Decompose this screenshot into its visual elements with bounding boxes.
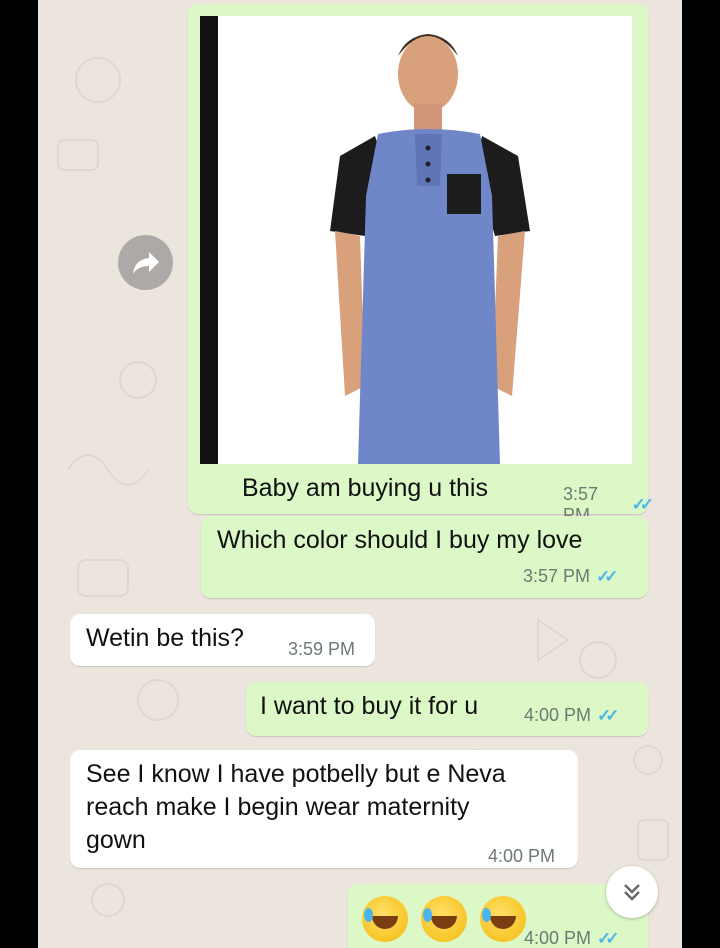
scroll-to-bottom-button[interactable]: [606, 866, 658, 918]
nightshirt-photo[interactable]: [200, 16, 632, 464]
message-text: I want to buy it for u: [260, 692, 479, 720]
man-in-nightshirt-image: [200, 16, 632, 464]
rolling-laughing-emoji-icon: [479, 896, 526, 942]
message-time: 4:00 PM ✓✓: [524, 705, 619, 725]
forward-button[interactable]: [118, 235, 173, 290]
incoming-message[interactable]: Wetin be this? 3:59 PM: [70, 614, 375, 666]
message-time: 3:59 PM: [288, 639, 356, 659]
chat-area: Baby am buying u this 3:57 PM ✓✓ Which c…: [38, 0, 682, 948]
double-chevron-down-icon: [624, 884, 640, 901]
message-text: See I know I have potbelly but e Neva re…: [86, 760, 506, 854]
message-text: Which color should I buy my love: [217, 526, 583, 554]
emoji-message[interactable]: 4:00 PM ✓✓: [348, 884, 648, 948]
message-time: 3:57 PM ✓✓: [523, 566, 618, 586]
rolling-laughing-emoji-icon: [420, 896, 467, 942]
message-time: 4:00 PM: [488, 846, 556, 866]
outgoing-message[interactable]: I want to buy it for u 4:00 PM ✓✓: [246, 682, 648, 736]
message-text: Wetin be this?: [86, 624, 244, 652]
image-caption: Baby am buying u this: [242, 474, 488, 502]
incoming-message[interactable]: See I know I have potbelly but e Neva re…: [70, 750, 578, 868]
emoji-row: [362, 896, 532, 948]
message-time: 4:00 PM ✓✓: [524, 928, 619, 948]
image-message[interactable]: Baby am buying u this 3:57 PM ✓✓: [188, 4, 654, 525]
double-tick-icon: ✓✓: [596, 566, 618, 586]
double-tick-icon: ✓✓: [597, 705, 619, 725]
rolling-laughing-emoji-icon: [362, 896, 408, 942]
double-tick-icon: ✓✓: [597, 928, 619, 948]
double-tick-icon: ✓✓: [631, 495, 654, 514]
forward-arrow-icon: [132, 251, 159, 274]
outgoing-message[interactable]: Which color should I buy my love 3:57 PM…: [201, 516, 648, 598]
